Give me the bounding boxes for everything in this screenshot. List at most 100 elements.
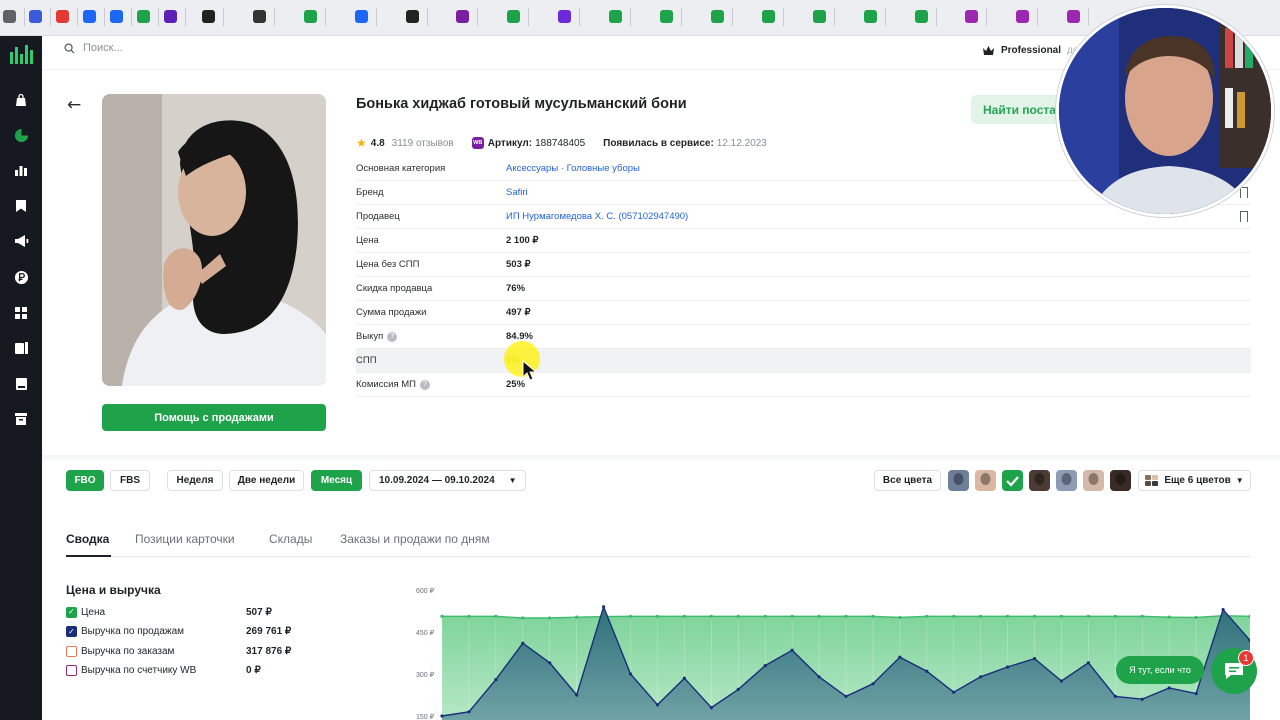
price-point[interactable] (1006, 614, 1010, 618)
price-point[interactable] (817, 614, 821, 618)
bar-chart-icon[interactable] (11, 160, 31, 180)
app-logo-icon[interactable] (9, 44, 33, 64)
price-point[interactable] (1194, 615, 1198, 620)
fbo-toggle[interactable]: FBO (66, 470, 104, 491)
bookmark-icon[interactable] (11, 196, 31, 216)
revenue-point[interactable] (952, 690, 956, 694)
revenue-point[interactable] (817, 675, 821, 679)
color-swatch[interactable] (975, 470, 996, 491)
analytics-pie-icon[interactable] (11, 125, 31, 145)
bookmark-favicon-icon[interactable] (915, 10, 928, 23)
revenue-point[interactable] (790, 648, 794, 652)
price-point[interactable] (871, 614, 875, 618)
revenue-point[interactable] (844, 694, 848, 698)
bookmark-favicon-icon[interactable] (558, 10, 571, 23)
bookmark-favicon-icon[interactable] (813, 10, 826, 23)
bookmark-favicon-icon[interactable] (164, 10, 177, 23)
price-point[interactable] (979, 614, 983, 618)
revenue-point[interactable] (898, 655, 902, 659)
price-point[interactable] (844, 614, 848, 618)
price-point[interactable] (898, 615, 902, 620)
revenue-point[interactable] (736, 687, 740, 691)
attribute-value[interactable]: ИП Нурмагомедова Х. С. (057102947490) (506, 211, 688, 222)
bookmark-favicon-icon[interactable] (1016, 10, 1029, 23)
revenue-point[interactable] (1221, 608, 1225, 612)
revenue-point[interactable] (1006, 665, 1010, 669)
book-icon[interactable] (11, 374, 31, 394)
revenue-point[interactable] (467, 710, 471, 714)
price-point[interactable] (736, 614, 740, 618)
bookmark-icon[interactable] (1240, 211, 1248, 222)
back-arrow-icon[interactable]: ← (67, 95, 81, 115)
price-point[interactable] (790, 614, 794, 618)
price-point[interactable] (763, 614, 767, 618)
color-swatch[interactable] (1110, 470, 1131, 491)
revenue-point[interactable] (763, 664, 767, 668)
bookmark-favicon-icon[interactable] (1067, 10, 1080, 23)
color-swatch[interactable] (1056, 470, 1077, 491)
revenue-point[interactable] (682, 676, 686, 680)
product-photo[interactable] (102, 94, 326, 386)
revenue-point[interactable] (871, 682, 875, 686)
checkbox-checked[interactable]: ✓ (66, 606, 77, 618)
price-point[interactable] (521, 616, 525, 620)
price-point[interactable] (628, 614, 633, 618)
help-with-sales-button[interactable]: Помощь с продажами (102, 404, 326, 431)
tab-orders-by-day[interactable]: Заказы и продажи по дням (340, 532, 490, 546)
revenue-point[interactable] (709, 706, 713, 710)
revenue-point[interactable] (925, 669, 929, 673)
bookmark-favicon-icon[interactable] (202, 10, 215, 23)
bookmark-favicon-icon[interactable] (137, 10, 150, 23)
revenue-point[interactable] (1194, 692, 1198, 696)
bag-icon[interactable] (11, 90, 31, 110)
color-swatch[interactable] (1083, 470, 1104, 491)
price-point[interactable] (1113, 614, 1117, 618)
bookmark-favicon-icon[interactable] (507, 10, 520, 23)
price-point[interactable] (467, 614, 471, 618)
archive-icon[interactable] (11, 409, 31, 429)
grid-icon[interactable] (11, 303, 31, 323)
bookmark-favicon-icon[interactable] (406, 10, 419, 23)
revenue-point[interactable] (494, 678, 498, 682)
revenue-point[interactable] (1140, 697, 1144, 701)
period-month-button[interactable]: Месяц (311, 470, 362, 491)
revenue-point[interactable] (1086, 661, 1090, 665)
price-point[interactable] (494, 614, 498, 618)
info-icon[interactable]: ? (420, 379, 430, 390)
bookmark-favicon-icon[interactable] (110, 10, 123, 23)
price-point[interactable] (1167, 615, 1171, 619)
bookmark-favicon-icon[interactable] (29, 10, 42, 23)
period-week-button[interactable]: Неделя (167, 470, 223, 491)
revenue-point[interactable] (979, 675, 983, 679)
color-swatch-selected[interactable] (1002, 470, 1023, 491)
bookmark-favicon-icon[interactable] (711, 10, 724, 23)
bookmark-favicon-icon[interactable] (304, 10, 317, 23)
price-point[interactable] (575, 615, 579, 619)
revenue-point[interactable] (1032, 657, 1037, 661)
megaphone-icon[interactable] (11, 231, 31, 251)
price-point[interactable] (1032, 614, 1037, 618)
plan-badge[interactable]: Professional до (982, 40, 1078, 60)
chat-greeting[interactable]: Я тут, если что (1116, 656, 1204, 684)
price-point[interactable] (682, 614, 686, 618)
ruble-circle-icon[interactable] (11, 267, 31, 287)
checkbox-checked[interactable]: ✓ (66, 626, 77, 637)
revenue-point[interactable] (521, 641, 525, 645)
color-swatch[interactable] (1029, 470, 1050, 491)
info-icon[interactable]: ? (387, 331, 398, 342)
bookmark-favicon-icon[interactable] (609, 10, 622, 23)
revenue-point[interactable] (1113, 694, 1117, 698)
checkbox[interactable] (66, 645, 77, 657)
legend-item[interactable]: ✓ Выручка по продажам 269 761 ₽ (66, 625, 306, 639)
price-point[interactable] (1059, 614, 1064, 618)
date-range-select[interactable]: 10.09.2024 — 09.10.2024 ▼ (369, 470, 526, 491)
bookmark-favicon-icon[interactable] (3, 10, 16, 23)
bookmark-favicon-icon[interactable] (456, 10, 469, 23)
color-swatch[interactable] (948, 470, 969, 491)
price-point[interactable] (1140, 614, 1144, 618)
revenue-point[interactable] (548, 661, 552, 665)
period-two-weeks-button[interactable]: Две недели (229, 470, 304, 491)
tab-card-positions[interactable]: Позиции карточки (135, 532, 235, 546)
tab-summary[interactable]: Сводка (66, 532, 109, 546)
price-point[interactable] (440, 614, 444, 618)
